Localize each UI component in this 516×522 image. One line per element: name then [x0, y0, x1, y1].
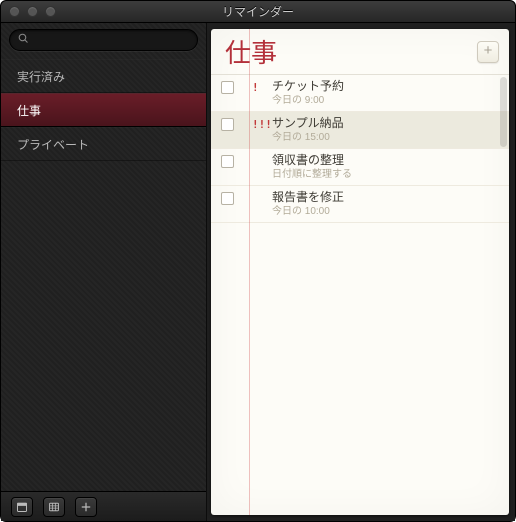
task-title: チケット予約 [272, 79, 501, 94]
paper-header: 仕事 + [211, 29, 509, 75]
task-subtitle: 今日の 15:00 [272, 131, 501, 144]
task-row[interactable]: 報告書を修正 今日の 10:00 [211, 186, 509, 223]
sidebar-item-label: プライベート [17, 136, 89, 153]
priority-icon [252, 190, 272, 191]
task-checkbox[interactable] [221, 81, 234, 94]
sidebar-lists: 実行済み 仕事 プライベート [1, 59, 206, 491]
add-reminder-button[interactable]: + [477, 41, 499, 63]
sidebar: 実行済み 仕事 プライベート [1, 23, 207, 521]
search-field[interactable] [9, 29, 198, 51]
sidebar-item-private[interactable]: プライベート [1, 127, 206, 161]
titlebar: リマインダー [1, 1, 515, 23]
sidebar-item-completed[interactable]: 実行済み [1, 59, 206, 93]
task-checkbox[interactable] [221, 155, 234, 168]
reminder-paper: 仕事 + ! チケット予約 今日の 9:00 [211, 29, 509, 515]
sidebar-item-label: 仕事 [17, 102, 41, 119]
task-list: ! チケット予約 今日の 9:00 !!! サンプル納品 今日の 15:00 [211, 75, 509, 515]
content-area: 仕事 + ! チケット予約 今日の 9:00 [207, 23, 515, 521]
window-controls [9, 6, 56, 17]
sidebar-item-label: 実行済み [17, 68, 65, 85]
task-subtitle: 今日の 10:00 [272, 205, 501, 218]
task-row[interactable]: 領収書の整理 日付順に整理する [211, 149, 509, 186]
task-checkbox[interactable] [221, 192, 234, 205]
close-icon[interactable] [9, 6, 20, 17]
list-title: 仕事 [225, 33, 477, 70]
task-row[interactable]: ! チケット予約 今日の 9:00 [211, 75, 509, 112]
task-row[interactable]: !!! サンプル納品 今日の 15:00 [211, 112, 509, 149]
zoom-icon[interactable] [45, 6, 56, 17]
window-title: リマインダー [1, 3, 515, 20]
search-input[interactable] [35, 34, 189, 46]
search-wrap [1, 23, 206, 59]
scrollbar[interactable] [499, 77, 507, 511]
add-list-button[interactable] [75, 497, 97, 517]
task-subtitle: 今日の 9:00 [272, 94, 501, 107]
search-icon [18, 31, 29, 49]
priority-icon [252, 153, 272, 154]
window-body: 実行済み 仕事 プライベート [1, 23, 515, 521]
sidebar-item-work[interactable]: 仕事 [1, 93, 206, 127]
task-title: 報告書を修正 [272, 190, 501, 205]
today-view-button[interactable] [11, 497, 33, 517]
calendar-view-button[interactable] [43, 497, 65, 517]
priority-icon: ! [252, 79, 272, 95]
app-window: リマインダー 実行済み 仕事 プライベート [0, 0, 516, 522]
task-title: 領収書の整理 [272, 153, 501, 168]
task-title: サンプル納品 [272, 116, 501, 131]
priority-icon: !!! [252, 116, 272, 132]
task-checkbox[interactable] [221, 118, 234, 131]
minimize-icon[interactable] [27, 6, 38, 17]
task-subtitle: 日付順に整理する [272, 168, 501, 181]
scrollbar-thumb[interactable] [500, 77, 507, 147]
sidebar-toolbar [1, 491, 206, 521]
